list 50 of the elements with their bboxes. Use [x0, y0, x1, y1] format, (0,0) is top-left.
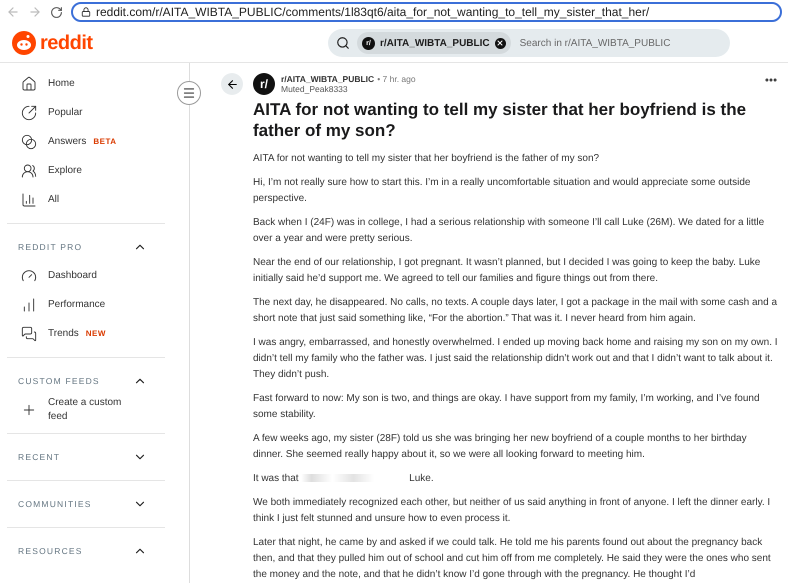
reddit-logo-icon — [12, 31, 36, 55]
post-paragraph: I was angry, embarrassed, and honestly overwhelmed. I ended up moving back home and raising my son on my own. I didn’t tell my family who the father was. I just said the relationship didn’t work out and that I didn’t want to talk about it. They didn’t push. — [253, 336, 778, 382]
post-title: AITA for not wanting to tell my sister that her boyfriend is the father of my son? — [253, 99, 748, 141]
post-paragraph: We both immediately recognized each other, but neither of us said anything in front of anyone. I left the dinner early. I think I just felt stunned and unsure how to even process it. — [253, 496, 772, 526]
post-paragraph: Later that night, he came by and asked if we could talk. He told me his parents found out about the pregnancy back then, and that they pulled him out of school and cut him off from me completely. He said they were the ones who sent the money and the note, and that he didn’t know I’d gone through with the pregnancy. He thought I’d — [253, 536, 772, 582]
sidebar-item-icon — [21, 192, 37, 208]
author-link[interactable]: Muted_Peak8333 — [281, 84, 758, 94]
sidebar-item-icon — [21, 134, 37, 150]
sidebar-item[interactable]: Explore — [7, 156, 189, 185]
sidebar-item[interactable]: Create a custom feed — [7, 395, 189, 424]
section-header[interactable]: COMMUNITIES — [7, 490, 189, 518]
section-header[interactable]: RESOURCES — [7, 537, 189, 565]
post-paragraph: Fast forward to now: My son is two, and things are okay. I have support from my family, I’m working, and I’ve found some stability. — [253, 392, 761, 422]
menu-icon — [182, 86, 196, 100]
sidebar-item[interactable]: Answers BETA — [7, 127, 189, 156]
sidebar-item[interactable]: Dashboard — [7, 261, 189, 290]
post-paragraph: Near the end of our relationship, I got pregnant. It wasn’t planned, but I decided I was going to keep the baby. Luke initially said he’d support me. We agreed to tell our families and figure things out from there. — [253, 256, 762, 286]
section-header[interactable]: RECENT — [7, 443, 189, 471]
arrow-left-icon — [226, 78, 238, 90]
post-paragraph: The next day, he disappeared. No calls, no texts. A couple days later, I got a package in the mail with some cash and a short note that just said something like, “For the abortion.” That was it. I never heard from him again. — [253, 296, 778, 326]
search-icon — [336, 36, 350, 50]
sidebar-item[interactable]: Home — [7, 69, 189, 98]
badge-label: NEW — [86, 329, 106, 338]
post-paragraph: It was that — [253, 473, 299, 484]
section-header[interactable]: REDDIT PRO — [7, 233, 189, 261]
address-bar[interactable]: reddit.com/r/AITA_WIBTA_PUBLIC/comments/1l83qt6/aita_for_not_wanting_to_tell_my_sister_that_her/ — [71, 2, 782, 22]
reload-icon[interactable] — [50, 6, 63, 18]
badge-label: BETA — [93, 137, 117, 146]
sidebar-item[interactable]: All — [7, 185, 189, 214]
sidebar-item-icon — [21, 296, 37, 312]
post-time: • 7 hr. ago — [377, 74, 416, 84]
back-button[interactable] — [221, 73, 243, 95]
post-paragraph: Luke. — [409, 473, 434, 484]
sidebar-item[interactable]: Trends NEW — [7, 319, 189, 348]
section-header[interactable]: CUSTOM FEEDS — [7, 367, 189, 395]
post-paragraph: Back when I (24F) was in college, I had a serious relationship with someone I’ll call Luke (26M). We dated for a little over a year and were pretty serious. — [253, 216, 766, 246]
post-paragraph: AITA for not wanting to tell my sister that her boyfriend is the father of my son? — [253, 152, 600, 166]
post-paragraph: Hi, I’m not really sure how to start this. I’m in a really uncomfortable situation and would appreciate some outside perspective. — [253, 176, 752, 206]
community-avatar[interactable]: r/ — [253, 73, 275, 95]
sidebar-item-icon — [21, 326, 37, 342]
sidebar-item-icon — [21, 162, 37, 178]
post-paragraph: A few weeks ago, my sister (28F) told us she was bringing her new boyfriend of a couple months to her birthday dinner. She seemed really happy about it, so we were all looking forward to meeting him. — [253, 432, 748, 462]
close-icon[interactable] — [494, 38, 506, 48]
sidebar-item-icon — [21, 104, 37, 120]
sidebar-item[interactable]: Performance — [7, 290, 189, 319]
subreddit-link[interactable]: r/AITA_WIBTA_PUBLIC — [281, 74, 374, 84]
menu-toggle-button[interactable] — [177, 81, 201, 105]
sidebar-item-icon — [21, 268, 37, 284]
sidebar-item-icon — [21, 76, 37, 92]
sidebar-item[interactable]: Popular — [7, 98, 189, 127]
